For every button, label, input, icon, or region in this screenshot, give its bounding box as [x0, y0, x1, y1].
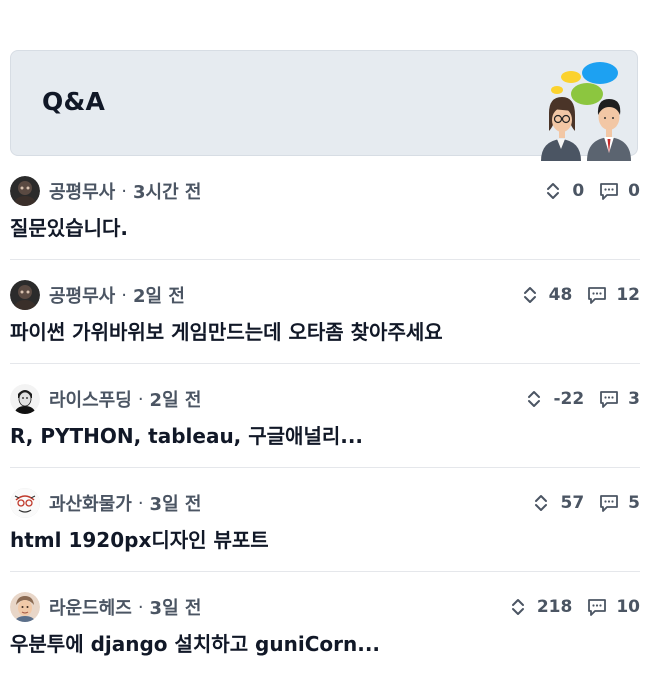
vote-count: 0: [572, 181, 585, 201]
chevron-up-down-icon[interactable]: [530, 492, 552, 514]
post-meta: 공평무사 · 2일 전: [10, 280, 185, 310]
vote-count: 57: [560, 493, 585, 513]
avatar[interactable]: [10, 280, 40, 310]
post-stats: 218 10: [507, 592, 640, 622]
chevron-up-down-icon[interactable]: [507, 596, 529, 618]
comment-count: 10: [616, 597, 640, 617]
speech-bubble-icon: [600, 391, 619, 408]
qa-post-list: 공평무사 · 3시간 전 0 0 질문있습니다. 공평무사 · 2일 전 48 …: [10, 156, 640, 676]
post-stats: -22 3: [523, 384, 640, 414]
author-name[interactable]: 라이스푸딩: [49, 386, 132, 412]
post-stats: 57 5: [530, 488, 640, 518]
post-stats: 0 0: [542, 176, 640, 206]
woman-figure: [541, 97, 581, 161]
post-time: 2일 전: [132, 286, 185, 307]
speech-bubble-yellow-small: [551, 86, 563, 94]
vote-count: 218: [536, 597, 573, 617]
speech-bubble-icon: [600, 183, 619, 200]
chevron-up-down-icon[interactable]: [519, 284, 541, 306]
speech-bubble-icon: [600, 495, 619, 512]
qa-people-illustration: [541, 62, 631, 161]
man-figure: [587, 99, 631, 161]
post-title[interactable]: 질문있습니다.: [10, 212, 128, 241]
post-meta: 라운드헤즈 · 3일 전: [10, 592, 201, 622]
post-meta: 과산화물가 · 3일 전: [10, 488, 201, 518]
post-stats: 48 12: [519, 280, 640, 310]
vote-count: -22: [553, 389, 585, 409]
post-title[interactable]: R, PYTHON, tableau, 구글애널리...: [10, 420, 363, 449]
list-item[interactable]: 공평무사 · 2일 전 48 12 파이썬 가위바위보 게임만드는데 오타좀 찾…: [10, 260, 640, 364]
avatar[interactable]: [10, 488, 40, 518]
post-time: 3시간 전: [132, 182, 202, 203]
post-time: 3일 전: [149, 494, 202, 515]
vote-count: 48: [548, 285, 573, 305]
comment-count: 5: [628, 493, 640, 513]
post-meta: 공평무사 · 3시간 전: [10, 176, 201, 206]
chevron-up-down-icon[interactable]: [542, 180, 564, 202]
post-title[interactable]: html 1920px디자인 뷰포트: [10, 524, 269, 553]
chevron-up-down-icon[interactable]: [523, 388, 545, 410]
author-name[interactable]: 공평무사: [49, 178, 115, 204]
list-item[interactable]: 공평무사 · 3시간 전 0 0 질문있습니다.: [10, 156, 640, 260]
post-title[interactable]: 파이썬 가위바위보 게임만드는데 오타좀 찾아주세요: [10, 316, 443, 345]
separator-dot: ·: [137, 596, 144, 618]
speech-bubble-icon: [588, 599, 607, 616]
speech-bubble-blue: [582, 62, 618, 84]
qa-header-banner: Q&A: [10, 50, 638, 161]
speech-bubble-icon: [588, 287, 607, 304]
page-title: Q&A: [42, 87, 106, 116]
author-name[interactable]: 과산화물가: [49, 490, 132, 516]
avatar[interactable]: [10, 176, 40, 206]
separator-dot: ·: [121, 180, 127, 202]
post-title[interactable]: 우분투에 django 설치하고 guniCorn...: [10, 628, 380, 657]
list-item[interactable]: 라운드헤즈 · 3일 전 218 10 우분투에 django 설치하고 gun…: [10, 572, 640, 676]
avatar[interactable]: [10, 592, 40, 622]
author-name[interactable]: 공평무사: [49, 282, 115, 308]
list-item[interactable]: 라이스푸딩 · 2일 전 -22 3 R, PYTHON, tableau, 구…: [10, 364, 640, 468]
comment-count: 12: [616, 285, 640, 305]
speech-bubble-yellow: [561, 71, 581, 83]
post-time: 3일 전: [149, 598, 202, 619]
separator-dot: ·: [137, 492, 144, 514]
post-time: 2일 전: [149, 390, 202, 411]
separator-dot: ·: [137, 388, 144, 410]
separator-dot: ·: [121, 284, 127, 306]
speech-bubble-green: [571, 83, 603, 105]
list-item[interactable]: 과산화물가 · 3일 전 57 5 html 1920px디자인 뷰포트: [10, 468, 640, 572]
author-name[interactable]: 라운드헤즈: [49, 594, 132, 620]
comment-count: 3: [628, 389, 640, 409]
post-meta: 라이스푸딩 · 2일 전: [10, 384, 201, 414]
comment-count: 0: [628, 181, 640, 201]
avatar[interactable]: [10, 384, 40, 414]
